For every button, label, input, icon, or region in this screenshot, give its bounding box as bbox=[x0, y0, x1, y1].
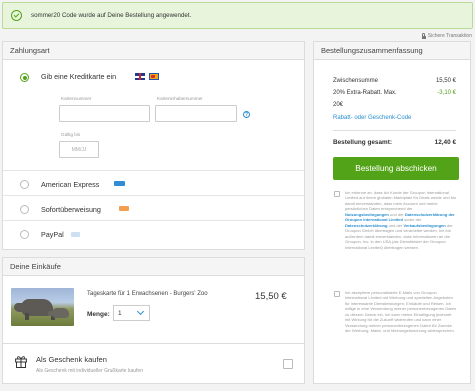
subtotal-row: Zwischensumme 15,50 € bbox=[333, 78, 456, 84]
product-image bbox=[11, 288, 74, 326]
secure-transaction: Sichere Transaktion bbox=[421, 33, 472, 39]
check-circle-icon bbox=[11, 10, 22, 21]
subtotal-value: 15,50 € bbox=[435, 78, 456, 84]
gift-checkbox[interactable] bbox=[283, 359, 293, 369]
lock-icon bbox=[421, 33, 426, 39]
gift-subtitle: Als Geschenk mit individueller Grußkarte… bbox=[36, 368, 143, 374]
cart-title: Deine Einkäufe bbox=[3, 258, 304, 276]
rhino-shape bbox=[48, 308, 69, 318]
radio-paypal[interactable] bbox=[20, 230, 29, 239]
total-label: Bestellung gesamt: bbox=[333, 139, 392, 146]
card-number-label: Kartennummer bbox=[61, 96, 92, 101]
divider bbox=[3, 220, 304, 221]
payment-section: Zahlungsart Gib eine Kreditkarte ein Kar… bbox=[2, 41, 305, 250]
credit-card-label[interactable]: Gib eine Kreditkarte ein bbox=[41, 72, 116, 81]
marketing-text: Ich akzeptiere personalisierte E-Mails v… bbox=[345, 290, 457, 334]
gift-icon bbox=[15, 356, 27, 368]
english-flag-icon[interactable] bbox=[135, 73, 145, 80]
terms-text: Ich erkenne an, dass ich Kunde der Group… bbox=[345, 190, 457, 250]
terms-text-part: und der bbox=[388, 211, 405, 217]
discount-label-2: 20€ bbox=[333, 102, 344, 108]
quantity-select[interactable]: 1 bbox=[113, 305, 150, 321]
sofort-icon bbox=[119, 206, 129, 211]
submit-order-button[interactable]: Bestellung abschicken bbox=[333, 157, 459, 180]
product-title: Tageskarte für 1 Erwachsenen - Burgers' … bbox=[87, 291, 208, 297]
valid-until-label: Gültig bis bbox=[61, 132, 81, 137]
terms-text-part: sowie der bbox=[403, 217, 422, 223]
summary-title: Bestellungszusammenfassung bbox=[314, 42, 470, 60]
paypal-label[interactable]: PayPal bbox=[41, 230, 64, 239]
payment-title: Zahlungsart bbox=[3, 42, 304, 60]
discount-row: 20% Extra-Rabatt. Max. -3,10 € bbox=[333, 90, 456, 96]
paypal-icon bbox=[71, 232, 80, 237]
card-holder-label: Karteninhabernummer bbox=[157, 96, 203, 101]
expiry-input[interactable]: MM/JJ bbox=[59, 141, 99, 158]
chevron-down-icon bbox=[136, 307, 145, 316]
alert-text: sommer20 Code wurde auf Deine Bestellung… bbox=[31, 12, 192, 19]
sofort-label[interactable]: Sofortüberweisung bbox=[41, 205, 101, 214]
total-row: Bestellung gesamt: 12,40 € bbox=[333, 139, 456, 146]
card-number-input[interactable] bbox=[59, 105, 150, 122]
sales-terms-link[interactable]: Verkaufsbedingungen bbox=[404, 223, 446, 228]
terms-text-part: und der bbox=[387, 222, 404, 228]
secure-label: Sichere Transaktion bbox=[427, 33, 472, 39]
amex-icon bbox=[114, 181, 125, 186]
product-price: 15,50 € bbox=[255, 291, 287, 302]
total-value: 12,40 € bbox=[434, 139, 456, 146]
discount-label-cont: 20€ bbox=[333, 102, 456, 108]
subtotal-label: Zwischensumme bbox=[333, 78, 379, 84]
divider bbox=[333, 130, 456, 131]
radio-sofort[interactable] bbox=[20, 205, 29, 214]
card-brand-icon[interactable] bbox=[149, 73, 159, 80]
help-icon[interactable]: ? bbox=[243, 111, 250, 118]
success-alert: sommer20 Code wurde auf Deine Bestellung… bbox=[2, 2, 473, 29]
promo-code-link[interactable]: Rabatt- oder Geschenk-Code bbox=[333, 115, 411, 121]
privacy-link[interactable]: Datenschutzerklärung bbox=[345, 223, 388, 228]
order-summary: Bestellungszusammenfassung Zwischensumme… bbox=[313, 41, 471, 384]
divider bbox=[3, 170, 304, 171]
quantity-label: Menge: bbox=[87, 311, 110, 318]
marketing-checkbox[interactable] bbox=[334, 291, 340, 297]
gift-section: Als Geschenk kaufen Als Geschenk mit ind… bbox=[2, 344, 305, 384]
discount-label: 20% Extra-Rabatt. Max. bbox=[333, 90, 397, 96]
quantity-value: 1 bbox=[118, 309, 122, 317]
gift-title: Als Geschenk kaufen bbox=[36, 355, 107, 364]
discount-value: -3,10 € bbox=[437, 90, 456, 96]
cart-section: Deine Einkäufe Tageskarte für 1 Erwachse… bbox=[2, 257, 305, 344]
terms-text-part: Ich erkenne an, dass ich Kunde der Group… bbox=[345, 190, 457, 212]
amex-label[interactable]: American Express bbox=[41, 180, 99, 189]
terms-link[interactable]: Nutzungsbedingungen bbox=[345, 212, 389, 217]
divider bbox=[3, 195, 304, 196]
card-holder-input[interactable] bbox=[155, 105, 237, 122]
radio-credit-card[interactable] bbox=[20, 73, 29, 82]
terms-checkbox[interactable] bbox=[334, 191, 340, 197]
radio-amex[interactable] bbox=[20, 180, 29, 189]
